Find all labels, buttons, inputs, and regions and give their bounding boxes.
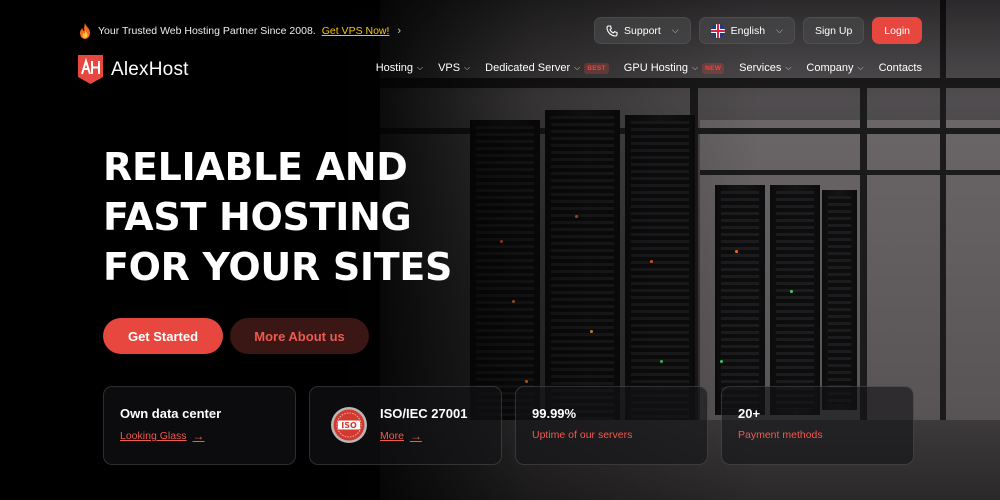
- nav-item-hosting[interactable]: Hosting ⌵: [376, 62, 423, 74]
- hero-headline: RELIABLE AND FAST HOSTING FOR YOUR SITES: [103, 142, 543, 292]
- chevron-down-icon: ⌵: [464, 63, 471, 72]
- arrow-right-icon: →: [192, 429, 205, 443]
- top-gradient-overlay: [0, 0, 1000, 100]
- promo-banner: Your Trusted Web Hosting Partner Since 2…: [78, 22, 401, 40]
- brand-name: AlexHost: [111, 58, 189, 80]
- language-label: English: [730, 24, 766, 37]
- iso-seal-text: ISO: [341, 421, 357, 430]
- alexhost-logo-icon: [78, 55, 103, 84]
- feature-card-iso: ISO ISO/IEC 27001 More →: [309, 386, 502, 465]
- card-subtitle: Payment methods: [738, 429, 823, 441]
- nav-item-label: GPU Hosting: [623, 62, 688, 74]
- feature-card-payment: 20+ Payment methods: [721, 386, 914, 465]
- get-started-button[interactable]: Get Started: [103, 318, 223, 354]
- card-title: ISO/IEC 27001: [380, 406, 468, 421]
- nav-item-contacts[interactable]: Contacts: [879, 62, 922, 74]
- card-title: 99.99%: [532, 406, 577, 421]
- nav-item-company[interactable]: Company ⌵: [806, 62, 863, 74]
- feature-card-uptime: 99.99% Uptime of our servers: [515, 386, 708, 465]
- support-label: Support: [624, 24, 661, 37]
- nav-item-label: Hosting: [375, 62, 413, 74]
- more-about-us-button[interactable]: More About us: [230, 318, 369, 354]
- server-rack: [822, 190, 857, 410]
- server-rack: [770, 185, 820, 415]
- utility-bar: Support ⌵ English ⌵ Sign Up Login: [594, 17, 922, 44]
- get-vps-link[interactable]: Get VPS Now!: [322, 25, 390, 37]
- iso-more-link[interactable]: More →: [380, 429, 485, 443]
- best-badge: BEST: [584, 62, 609, 74]
- feature-card-data-center: Own data center Looking Glass →: [103, 386, 296, 465]
- signup-button[interactable]: Sign Up: [802, 17, 865, 44]
- phone-icon: [606, 24, 618, 37]
- chevron-down-icon: ⌵: [785, 63, 792, 72]
- chevron-down-icon: ⌵: [692, 63, 699, 72]
- hero-headline-line: FAST HOSTING: [103, 195, 412, 239]
- support-pillar: [860, 78, 867, 438]
- new-badge: NEW: [702, 62, 725, 74]
- nav-item-gpu-hosting[interactable]: GPU Hosting ⌵ NEW: [623, 62, 725, 74]
- chevron-right-icon: ›: [397, 25, 402, 37]
- chevron-down-icon: ⌵: [417, 63, 424, 72]
- card-subtitle: Uptime of our servers: [532, 429, 633, 441]
- iso-certification-seal-icon: ISO: [331, 407, 367, 443]
- nav-item-dedicated-server[interactable]: Dedicated Server ⌵ BEST: [485, 62, 609, 74]
- language-dropdown[interactable]: English ⌵: [698, 17, 795, 44]
- status-led: [790, 290, 793, 293]
- nav-item-label: Services: [739, 62, 782, 74]
- chevron-down-icon: ⌵: [857, 63, 864, 72]
- support-dropdown[interactable]: Support ⌵: [594, 17, 691, 44]
- hero-headline-line: FOR YOUR SITES: [103, 245, 453, 289]
- link-label: Looking Glass: [120, 430, 187, 442]
- card-title: 20+: [738, 406, 761, 421]
- chevron-down-icon: ⌵: [671, 25, 679, 35]
- login-button[interactable]: Login: [872, 17, 922, 44]
- nav-item-label: VPS: [438, 62, 461, 74]
- nav-item-label: Contacts: [878, 62, 922, 74]
- nav-item-label: Company: [806, 62, 854, 74]
- looking-glass-link[interactable]: Looking Glass →: [120, 429, 279, 443]
- main-nav: Hosting ⌵ VPS ⌵ Dedicated Server ⌵ BEST …: [376, 62, 922, 74]
- card-title: Own data center: [120, 406, 222, 421]
- nav-item-vps[interactable]: VPS ⌵: [438, 62, 470, 74]
- nav-item-label: Dedicated Server: [485, 62, 571, 74]
- hero-headline-line: RELIABLE AND: [103, 145, 408, 189]
- uk-flag-icon: [710, 23, 725, 38]
- link-label: More: [380, 430, 404, 442]
- promo-text: Your Trusted Web Hosting Partner Since 2…: [98, 25, 316, 37]
- feature-cards: Own data center Looking Glass → ISO ISO/…: [103, 386, 914, 465]
- fire-icon: [80, 23, 90, 39]
- nav-item-services[interactable]: Services ⌵: [739, 62, 791, 74]
- chevron-down-icon: ⌵: [574, 63, 581, 72]
- chevron-down-icon: ⌵: [776, 25, 783, 35]
- arrow-right-icon: →: [409, 429, 422, 443]
- brand-logo[interactable]: AlexHost: [78, 55, 189, 84]
